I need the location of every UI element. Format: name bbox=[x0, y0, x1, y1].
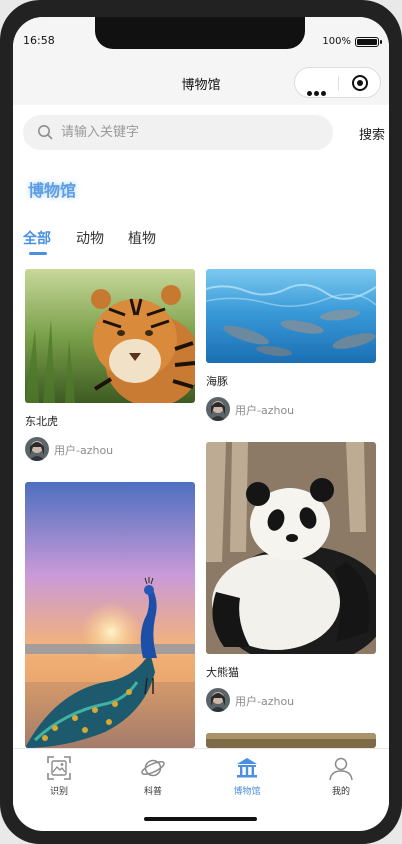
museum-card[interactable] bbox=[25, 482, 195, 748]
tab-label: 科普 bbox=[143, 787, 162, 797]
tab-label: 识别 bbox=[49, 787, 68, 797]
search-box[interactable] bbox=[23, 115, 333, 150]
tab-all[interactable]: 全部 bbox=[23, 228, 51, 248]
tab-profile[interactable]: 我的 bbox=[311, 755, 371, 797]
battery-icon bbox=[355, 37, 382, 47]
planet-icon bbox=[141, 759, 165, 777]
nav-bar: 博物馆 bbox=[13, 61, 389, 105]
author-name: 用户-azhou bbox=[54, 444, 114, 457]
mini-program-capsule bbox=[294, 67, 381, 98]
user-icon bbox=[329, 757, 353, 781]
phone-screen: 16:58 100% 博物馆 搜索 博物馆 全部 动物 植物 bbox=[13, 17, 389, 831]
card-title: 海豚 bbox=[206, 375, 228, 388]
tab-recognize[interactable]: 识别 bbox=[29, 755, 89, 797]
tab-label: 博物馆 bbox=[233, 787, 261, 797]
scan-image-icon bbox=[47, 756, 71, 780]
card-title: 东北虎 bbox=[25, 415, 58, 428]
avatar bbox=[206, 688, 230, 712]
tab-label: 我的 bbox=[331, 787, 350, 797]
avatar bbox=[206, 397, 230, 421]
more-icon[interactable] bbox=[307, 81, 328, 100]
search-row: 搜索 bbox=[23, 115, 385, 150]
card-image-peacock bbox=[25, 482, 195, 748]
museum-card[interactable] bbox=[206, 733, 376, 748]
section-title: 博物馆 bbox=[28, 181, 77, 200]
search-input[interactable] bbox=[61, 115, 321, 150]
museum-icon bbox=[237, 758, 257, 778]
card-title: 大熊猫 bbox=[206, 666, 239, 679]
bottom-tab-bar: 识别 科普 博物馆 我的 bbox=[13, 748, 389, 806]
card-image-tiger bbox=[25, 269, 195, 403]
card-image-dolphin bbox=[206, 269, 376, 363]
search-icon bbox=[38, 125, 53, 140]
notch bbox=[95, 17, 305, 49]
tab-animals[interactable]: 动物 bbox=[76, 228, 104, 248]
home-indicator bbox=[144, 817, 257, 821]
author-name: 用户-azhou bbox=[235, 695, 295, 708]
museum-card[interactable]: 东北虎 用户-azhou bbox=[25, 269, 195, 464]
museum-card[interactable]: 大熊猫 用户-azhou bbox=[206, 442, 376, 717]
card-image-partial bbox=[206, 733, 376, 748]
avatar bbox=[25, 437, 49, 461]
tab-science[interactable]: 科普 bbox=[123, 755, 183, 797]
search-button[interactable]: 搜索 bbox=[359, 124, 385, 143]
battery-percent: 100% bbox=[322, 36, 351, 47]
close-target-icon[interactable] bbox=[352, 75, 368, 91]
tab-active-indicator bbox=[29, 252, 47, 255]
author-name: 用户-azhou bbox=[235, 404, 295, 417]
tab-museum[interactable]: 博物馆 bbox=[217, 755, 277, 797]
status-time: 16:58 bbox=[23, 34, 55, 47]
card-image-panda bbox=[206, 442, 376, 654]
tab-plants[interactable]: 植物 bbox=[128, 228, 156, 248]
museum-card[interactable]: 海豚 用户-azhou bbox=[206, 269, 376, 425]
capsule-divider bbox=[338, 76, 339, 91]
